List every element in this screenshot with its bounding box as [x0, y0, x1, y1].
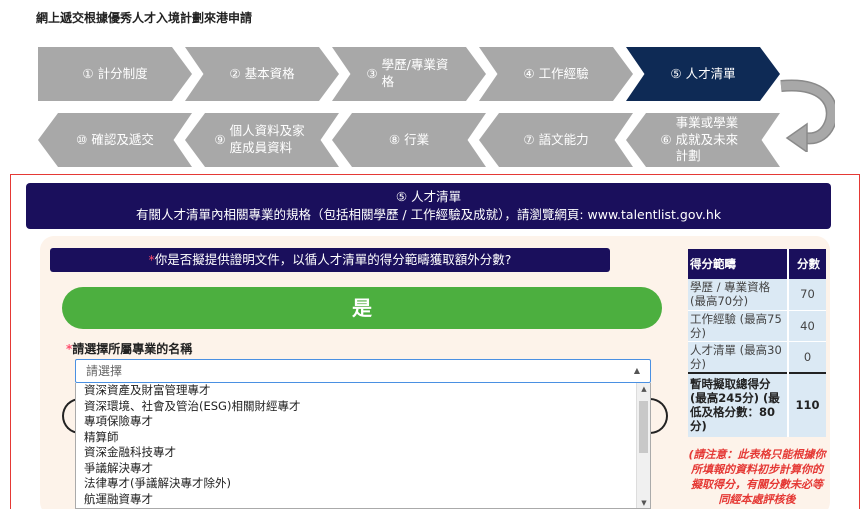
yes-button[interactable]: 是: [62, 287, 662, 329]
step-10-confirm-submit[interactable]: ⑩ 確認及遞交: [38, 113, 192, 167]
score-row-points: 40: [787, 310, 826, 342]
scroll-up-icon[interactable]: ▲: [637, 383, 650, 395]
list-scrollbar[interactable]: ▲ ▼: [636, 383, 650, 508]
scroll-down-icon[interactable]: ▼: [637, 497, 650, 508]
loop-arrow-icon: [780, 79, 835, 152]
step-9-personal-family[interactable]: ⑨ 個人資料及家庭成員資料: [185, 113, 339, 167]
score-row-label: 人才清單 (最高30分): [688, 341, 788, 373]
score-note: (請注意：此表格只能根據你所填報的資料初步計算你的擬取得分，有關分數未必等同經本…: [688, 448, 826, 506]
option-asset-wealth[interactable]: 資深資產及財富管理專才: [76, 383, 650, 399]
select-placeholder: 請選擇: [86, 364, 123, 378]
step-2-basic-eligibility[interactable]: ② 基本資格: [185, 47, 339, 101]
banner-title: ⑤ 人才清單: [395, 189, 462, 204]
profession-select[interactable]: 請選擇 ▲: [75, 359, 651, 383]
score-row-points: 0: [787, 341, 826, 373]
option-fintech[interactable]: 資深金融科技專才: [76, 445, 650, 461]
score-row-label: 工作經驗 (最高75分): [688, 310, 788, 342]
step-navigation: ① 計分制度 ② 基本資格 ③ 學歷/專業資格 ④ 工作經驗 ⑤ 人才清單 ⑩ 確認及遞交 …: [0, 0, 865, 170]
score-row-label: 學歷 / 專業資格 (最高70分): [688, 279, 788, 311]
score-total-label: 暫時擬取總得分 (最高245分) (最低及格分數：80分): [688, 371, 788, 437]
step-7-language[interactable]: ⑦ 語文能力: [479, 113, 633, 167]
banner-subtitle: 有關人才清單內相關專業的規格（包括相關學歷 / 工作經驗及成就），請瀏覽網頁: …: [135, 207, 722, 222]
score-table: 得分範疇 分數 學歷 / 專業資格 (最高70分) 70 工作經驗 (最高75分…: [688, 249, 826, 437]
scroll-thumb[interactable]: [639, 401, 648, 453]
option-insurance[interactable]: 專項保險專才: [76, 414, 650, 430]
score-header-category: 得分範疇: [688, 249, 788, 279]
score-row-points: 70: [787, 279, 826, 311]
step-8-industry[interactable]: ⑧ 行業: [332, 113, 486, 167]
score-total-points: 110: [787, 371, 826, 437]
question-text: 你是否擬提供證明文件，以循人才清單的得分範疇獲取額外分數?: [154, 252, 512, 267]
step-4-work-experience[interactable]: ④ 工作經驗: [479, 47, 633, 101]
question-header: *你是否擬提供證明文件，以循人才清單的得分範疇獲取額外分數?: [50, 248, 610, 272]
option-dispute-resolution[interactable]: 爭議解決專才: [76, 461, 650, 477]
profession-options-list[interactable]: 資深資產及財富管理專才 資深環境、社會及管治(ESG)相關財經專才 專項保險專才…: [75, 383, 651, 509]
option-esg-finance[interactable]: 資深環境、社會及管治(ESG)相關財經專才: [76, 399, 650, 415]
step-6-achievements[interactable]: ⑥ 事業或學業成就及未來計劃: [626, 113, 780, 167]
score-header-points: 分數: [787, 249, 826, 279]
step-3-qualifications[interactable]: ③ 學歷/專業資格: [332, 47, 486, 101]
option-legal[interactable]: 法律專才(爭議解決專才除外): [76, 476, 650, 492]
caret-up-icon: ▲: [633, 366, 640, 375]
section-banner: ⑤ 人才清單 有關人才清單內相關專業的規格（包括相關學歷 / 工作經驗及成就），…: [26, 183, 831, 229]
profession-select-label: *請選擇所屬專業的名稱: [66, 342, 193, 356]
step-1-scoring-system[interactable]: ① 計分制度: [38, 47, 192, 101]
option-shipping-finance[interactable]: 航運融資專才: [76, 492, 650, 508]
step-5-talent-list[interactable]: ⑤ 人才清單: [626, 47, 780, 101]
option-actuary[interactable]: 精算師: [76, 430, 650, 446]
